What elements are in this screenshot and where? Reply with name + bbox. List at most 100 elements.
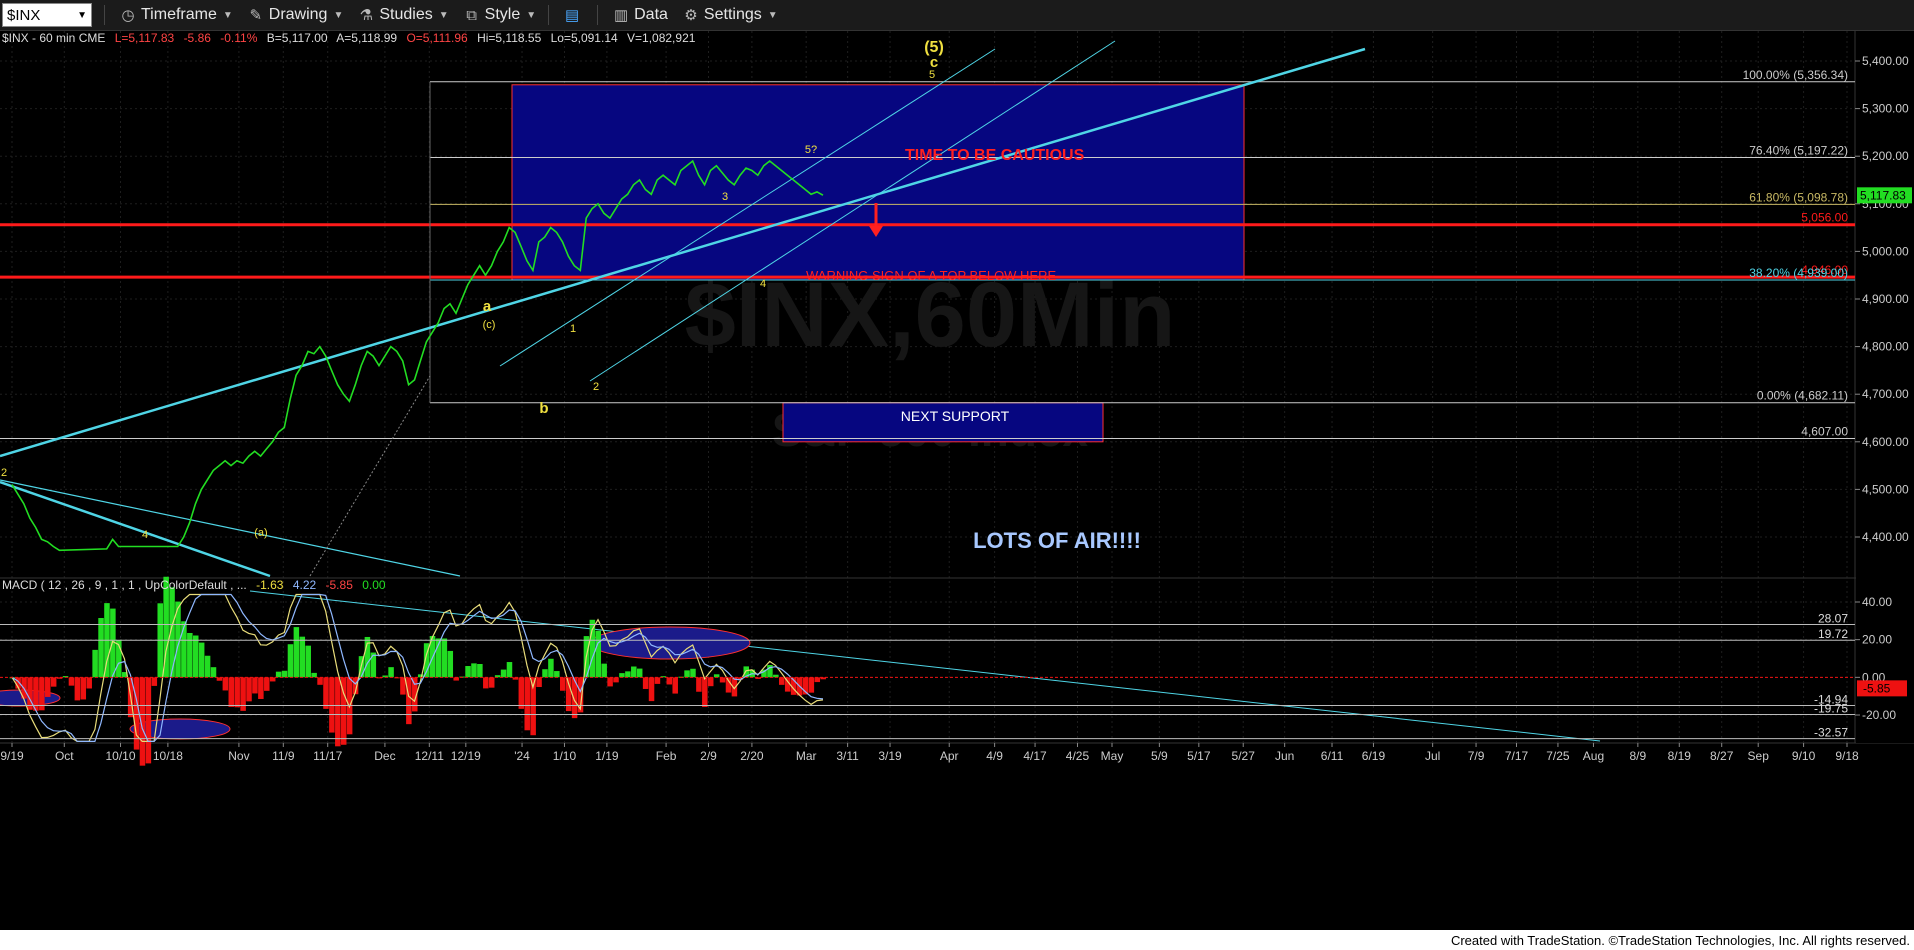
macd-histogram-bar: [370, 652, 377, 678]
zero-value: 0.00: [362, 578, 386, 592]
data-label: Data: [634, 6, 668, 23]
macd-histogram-bar: [50, 677, 57, 687]
style-button[interactable]: ⧉ Style ▼: [463, 6, 536, 24]
macd-histogram-bar: [548, 658, 554, 678]
clock-icon: ◷: [121, 7, 135, 24]
time-tick-label: 2/9: [700, 749, 717, 763]
macd-histogram-bar: [536, 677, 542, 688]
chart-area[interactable]: $INX,60Min S&P 500 Index 100.00% (5,356.…: [0, 31, 1914, 930]
time-tick-label: 1/19: [595, 749, 619, 763]
macd-histogram-bar: [707, 677, 714, 687]
style-icon: ⧉: [466, 6, 477, 24]
time-tick-label: 9/10: [1792, 749, 1816, 763]
price-tick-label: 4,600.00: [1862, 435, 1909, 449]
macd-histogram-bar: [151, 677, 158, 686]
macd-histogram-bar: [654, 677, 661, 684]
macd-histogram-bar: [560, 677, 566, 691]
studies-label: Studies: [379, 6, 433, 23]
time-tick-label: 4/25: [1066, 749, 1090, 763]
wave-label: 4: [142, 529, 148, 541]
macd-histogram-bar: [554, 671, 560, 678]
time-tick-label: 6/11: [1321, 749, 1344, 763]
macd-histogram-bar: [68, 677, 75, 686]
macd-histogram-bar: [317, 677, 323, 685]
time-tick-label: May: [1101, 749, 1124, 763]
macd-histogram-bar: [198, 642, 205, 678]
wave-label: b: [539, 400, 548, 417]
price-level-label: 5,056.00: [1801, 211, 1848, 225]
style-label: Style: [484, 6, 521, 23]
price-level-label: 61.80% (5,098.78): [1749, 190, 1848, 204]
footer-credit: Created with TradeStation. ©TradeStation…: [1450, 933, 1910, 948]
time-tick-label: 5/17: [1187, 749, 1211, 763]
chevron-down-icon: ▼: [526, 9, 537, 21]
time-tick-label: Sep: [1748, 749, 1770, 763]
drawing-button[interactable]: ✎ Drawing ▼: [247, 6, 344, 24]
time-tick-label: 7/17: [1505, 749, 1529, 763]
time-tick-label: 11/17: [313, 749, 342, 763]
macd-histogram-bar: [222, 677, 229, 691]
macd-level-label: -19.75: [1814, 702, 1848, 716]
current-price-label: 5,117.83: [1860, 188, 1906, 202]
macd-histogram-bar: [252, 677, 258, 694]
macd-histogram-bar: [388, 667, 394, 678]
ask-price: A=5,118.99: [336, 31, 397, 45]
time-tick-label: 9/18: [1835, 749, 1859, 763]
symbol-value: $INX: [7, 6, 41, 24]
macd-histogram-bar: [518, 677, 525, 709]
layout-button[interactable]: ▤: [563, 6, 585, 24]
settings-button[interactable]: ⚙ Settings ▼: [682, 6, 777, 24]
time-tick-label: 6/19: [1362, 749, 1386, 763]
timeframe-button[interactable]: ◷ Timeframe ▼: [119, 6, 233, 24]
macd-header: MACD ( 12 , 26 , 9 , 1 , 1 , UpColorDefa…: [2, 578, 386, 592]
support-annotation: NEXT SUPPORT: [901, 408, 1010, 424]
macd-histogram-bar: [145, 677, 152, 764]
macd-histogram-bar: [631, 666, 637, 678]
data-button[interactable]: ▥ Data: [612, 6, 668, 24]
volume-value: V=1,082,921: [627, 31, 696, 45]
macd-histogram-bar: [293, 627, 300, 678]
macd-histogram-bar: [607, 677, 613, 687]
macd-histogram-bar: [86, 677, 92, 689]
time-tick-label: 7/9: [1468, 749, 1485, 763]
macd-histogram-bar: [696, 677, 702, 692]
histogram-value: -5.85: [326, 578, 354, 592]
macd-tick-label: 20.00: [1862, 633, 1892, 647]
wave-label: 2: [1, 467, 7, 479]
resistance-zone-box[interactable]: [511, 84, 1245, 281]
macd-histogram-bar: [642, 677, 649, 689]
chevron-down-icon[interactable]: ▼: [77, 10, 87, 21]
price-tick-label: 5,400.00: [1862, 54, 1909, 68]
macd-histogram-bar: [406, 677, 412, 725]
macd-histogram-bar: [74, 677, 81, 701]
macd-histogram-bar: [323, 677, 329, 709]
low-price: Lo=5,091.14: [551, 31, 618, 45]
wave-label: 5?: [805, 144, 817, 156]
time-tick-label: 8/9: [1630, 749, 1647, 763]
time-tick-label: Dec: [374, 749, 395, 763]
macd-tick-label: 40.00: [1862, 595, 1892, 609]
macd-histogram-bar: [613, 677, 619, 683]
macd-histogram-bar: [483, 677, 489, 689]
macd-histogram-bar: [636, 668, 643, 678]
macd-histogram-bar: [595, 630, 602, 678]
chevron-down-icon: ▼: [333, 9, 344, 21]
price-tick-label: 5,000.00: [1862, 244, 1909, 258]
price-tick-label: 4,400.00: [1862, 530, 1909, 544]
wave-label: 2: [593, 381, 599, 393]
symbol-input[interactable]: $INX ▼: [2, 3, 92, 27]
warning-annotation: WARNING SIGN OF A TOP BELOW HERE: [806, 268, 1057, 283]
macd-histogram-bar: [269, 677, 276, 682]
macd-histogram-bar: [181, 621, 187, 678]
drawing-label: Drawing: [268, 6, 328, 23]
macd-histogram-bar: [281, 670, 288, 678]
signal-value: 4.22: [293, 578, 317, 592]
studies-button[interactable]: ⚗ Studies ▼: [357, 6, 449, 24]
chevron-down-icon: ▼: [222, 9, 233, 21]
macd-label: MACD ( 12 , 26 , 9 , 1 , 1 , UpColorDefa…: [2, 578, 247, 592]
macd-histogram-bar: [98, 618, 104, 678]
price-tick-label: 5,200.00: [1862, 149, 1909, 163]
toolbar-separator: [104, 5, 105, 25]
time-tick-label: 4/17: [1023, 749, 1047, 763]
macd-histogram-bar: [672, 677, 678, 694]
